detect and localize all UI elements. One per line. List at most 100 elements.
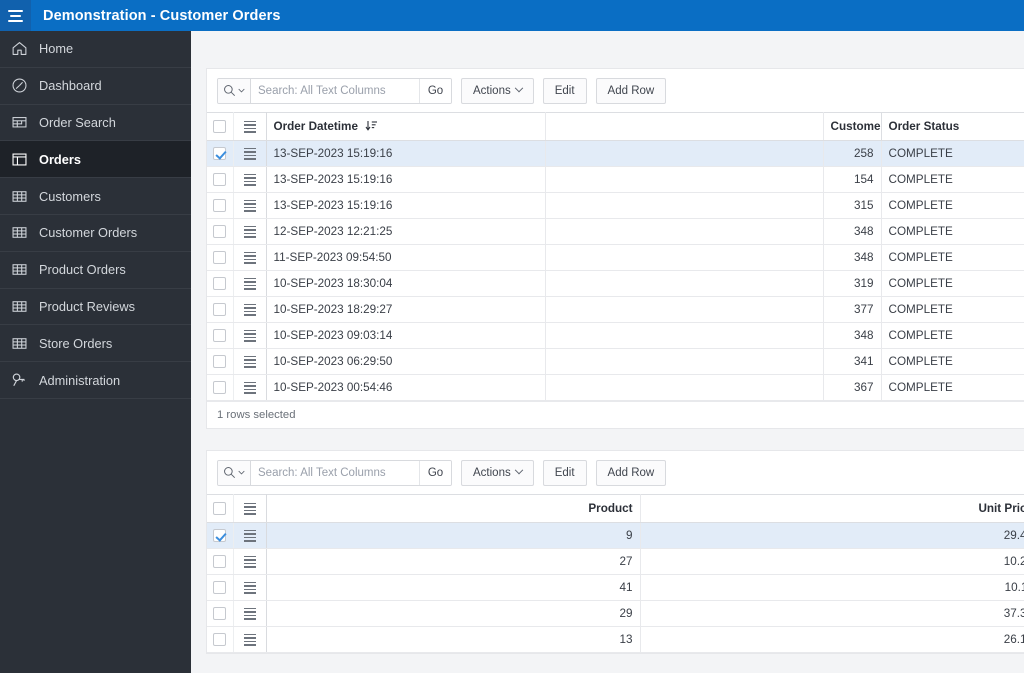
table-row[interactable]: 11-SEP-2023 09:54:50 348 COMPLETE [207, 244, 1024, 271]
cell-order-datetime[interactable]: 10-SEP-2023 06:29:50 [266, 348, 546, 375]
table-row[interactable]: 13-SEP-2023 15:19:16 315 COMPLETE [207, 192, 1024, 219]
cell-customer[interactable]: 315 [823, 192, 881, 219]
cell-product[interactable]: 9 [266, 522, 641, 549]
cell-customer[interactable]: 341 [823, 348, 881, 375]
cell-unit-price[interactable]: 10.24 [640, 548, 1024, 575]
cell-product[interactable]: 27 [266, 548, 641, 575]
cell-order-status[interactable]: COMPLETE [880, 244, 1024, 271]
orders-edit-button[interactable]: Edit [542, 77, 587, 104]
table-row[interactable]: 10-SEP-2023 18:29:27 377 COMPLETE [207, 296, 1024, 323]
cell-customer[interactable]: 319 [823, 270, 881, 297]
order-items-add-row-button[interactable]: Add Row [595, 459, 667, 486]
cell-blank[interactable] [545, 166, 824, 193]
orders-row-checkbox[interactable] [213, 173, 227, 187]
order-items-actions-button[interactable]: Actions [461, 459, 534, 486]
table-row[interactable]: 13-SEP-2023 15:19:16 154 COMPLETE [207, 166, 1024, 193]
cell-order-datetime[interactable]: 10-SEP-2023 00:54:46 [266, 374, 546, 401]
table-row[interactable]: 4110.11 [207, 574, 1024, 601]
table-row[interactable]: 1326.14 [207, 626, 1024, 653]
sidebar-item-home[interactable]: Home [0, 31, 191, 68]
cell-order-status[interactable]: COMPLETE [880, 192, 1024, 219]
cell-unit-price[interactable]: 37.34 [640, 600, 1024, 627]
cell-order-status[interactable]: COMPLETE [880, 166, 1024, 193]
orders-add-row-button[interactable]: Add Row [595, 77, 667, 104]
orders-search-input[interactable] [251, 78, 419, 103]
orders-col-order-status[interactable]: Order Status [880, 112, 1024, 141]
cell-blank[interactable] [545, 140, 824, 167]
table-row[interactable]: 10-SEP-2023 06:29:50 341 COMPLETE [207, 348, 1024, 375]
order-items-search-input[interactable] [251, 460, 419, 485]
order-items-go-button[interactable]: Go [419, 460, 451, 485]
row-actions-icon[interactable] [243, 120, 256, 134]
cell-order-status[interactable]: COMPLETE [880, 140, 1024, 167]
cell-unit-price[interactable]: 26.14 [640, 626, 1024, 653]
magnifier-icon[interactable] [218, 78, 251, 103]
cell-order-datetime[interactable]: 10-SEP-2023 18:30:04 [266, 270, 546, 297]
table-row[interactable]: 10-SEP-2023 09:03:14 348 COMPLETE [207, 322, 1024, 349]
cell-order-datetime[interactable]: 10-SEP-2023 09:03:14 [266, 322, 546, 349]
cell-product[interactable]: 41 [266, 574, 641, 601]
cell-unit-price[interactable]: 29.49 [640, 522, 1024, 549]
row-actions-icon[interactable] [243, 355, 256, 369]
order-items-select-all-checkbox[interactable] [213, 502, 227, 516]
sidebar-item-customers[interactable]: Customers [0, 178, 191, 215]
sidebar-item-order-search[interactable]: Order Search [0, 105, 191, 142]
orders-col-order-datetime[interactable]: Order Datetime [266, 112, 546, 141]
row-actions-icon[interactable] [243, 381, 256, 395]
table-row[interactable]: 13-SEP-2023 15:19:16 258 COMPLETE [207, 140, 1024, 167]
cell-order-datetime[interactable]: 13-SEP-2023 15:19:16 [266, 140, 546, 167]
cell-blank[interactable] [545, 192, 824, 219]
cell-order-status[interactable]: COMPLETE [880, 374, 1024, 401]
sidebar-item-administration[interactable]: Administration [0, 362, 191, 399]
cell-order-datetime[interactable]: 13-SEP-2023 15:19:16 [266, 192, 546, 219]
sidebar-item-orders[interactable]: Orders [0, 141, 191, 179]
cell-blank[interactable] [545, 322, 824, 349]
cell-blank[interactable] [545, 374, 824, 401]
cell-order-datetime[interactable]: 12-SEP-2023 12:21:25 [266, 218, 546, 245]
cell-customer[interactable]: 154 [823, 166, 881, 193]
orders-col-blank[interactable] [545, 112, 824, 141]
row-actions-icon[interactable] [243, 277, 256, 291]
row-actions-icon[interactable] [243, 633, 256, 647]
row-actions-icon[interactable] [243, 607, 256, 621]
sidebar-item-store-orders[interactable]: Store Orders [0, 325, 191, 363]
order-items-row-checkbox[interactable] [213, 529, 227, 543]
orders-row-checkbox[interactable] [213, 303, 227, 317]
cell-order-status[interactable]: COMPLETE [880, 218, 1024, 245]
table-row[interactable]: 10-SEP-2023 18:30:04 319 COMPLETE [207, 270, 1024, 297]
cell-blank[interactable] [545, 270, 824, 297]
row-actions-icon[interactable] [243, 581, 256, 595]
sidebar-item-product-reviews[interactable]: Product Reviews [0, 289, 191, 326]
orders-row-checkbox[interactable] [213, 251, 227, 265]
cell-customer[interactable]: 367 [823, 374, 881, 401]
orders-row-checkbox[interactable] [213, 199, 227, 213]
cell-customer[interactable]: 258 [823, 140, 881, 167]
row-actions-icon[interactable] [243, 225, 256, 239]
cell-blank[interactable] [545, 348, 824, 375]
row-actions-icon[interactable] [243, 303, 256, 317]
cell-order-status[interactable]: COMPLETE [880, 296, 1024, 323]
orders-select-all-checkbox[interactable] [213, 120, 227, 134]
order-items-row-checkbox[interactable] [213, 581, 227, 595]
orders-row-checkbox[interactable] [213, 329, 227, 343]
sidebar-item-dashboard[interactable]: Dashboard [0, 68, 191, 105]
row-actions-icon[interactable] [243, 251, 256, 265]
orders-go-button[interactable]: Go [419, 78, 451, 103]
orders-col-customer[interactable]: Customer [823, 112, 881, 141]
row-actions-icon[interactable] [243, 199, 256, 213]
orders-row-checkbox[interactable] [213, 381, 227, 395]
cell-order-datetime[interactable]: 13-SEP-2023 15:19:16 [266, 166, 546, 193]
table-row[interactable]: 12-SEP-2023 12:21:25 348 COMPLETE [207, 218, 1024, 245]
cell-order-datetime[interactable]: 10-SEP-2023 18:29:27 [266, 296, 546, 323]
row-actions-icon[interactable] [243, 329, 256, 343]
magnifier-icon[interactable] [218, 460, 251, 485]
cell-blank[interactable] [545, 296, 824, 323]
orders-row-checkbox[interactable] [213, 355, 227, 369]
row-actions-icon[interactable] [243, 555, 256, 569]
order-items-row-checkbox[interactable] [213, 607, 227, 621]
order-items-edit-button[interactable]: Edit [542, 459, 587, 486]
sidebar-item-customer-orders[interactable]: Customer Orders [0, 215, 191, 252]
orders-row-checkbox[interactable] [213, 147, 227, 161]
cell-product[interactable]: 13 [266, 626, 641, 653]
row-actions-icon[interactable] [243, 147, 256, 161]
